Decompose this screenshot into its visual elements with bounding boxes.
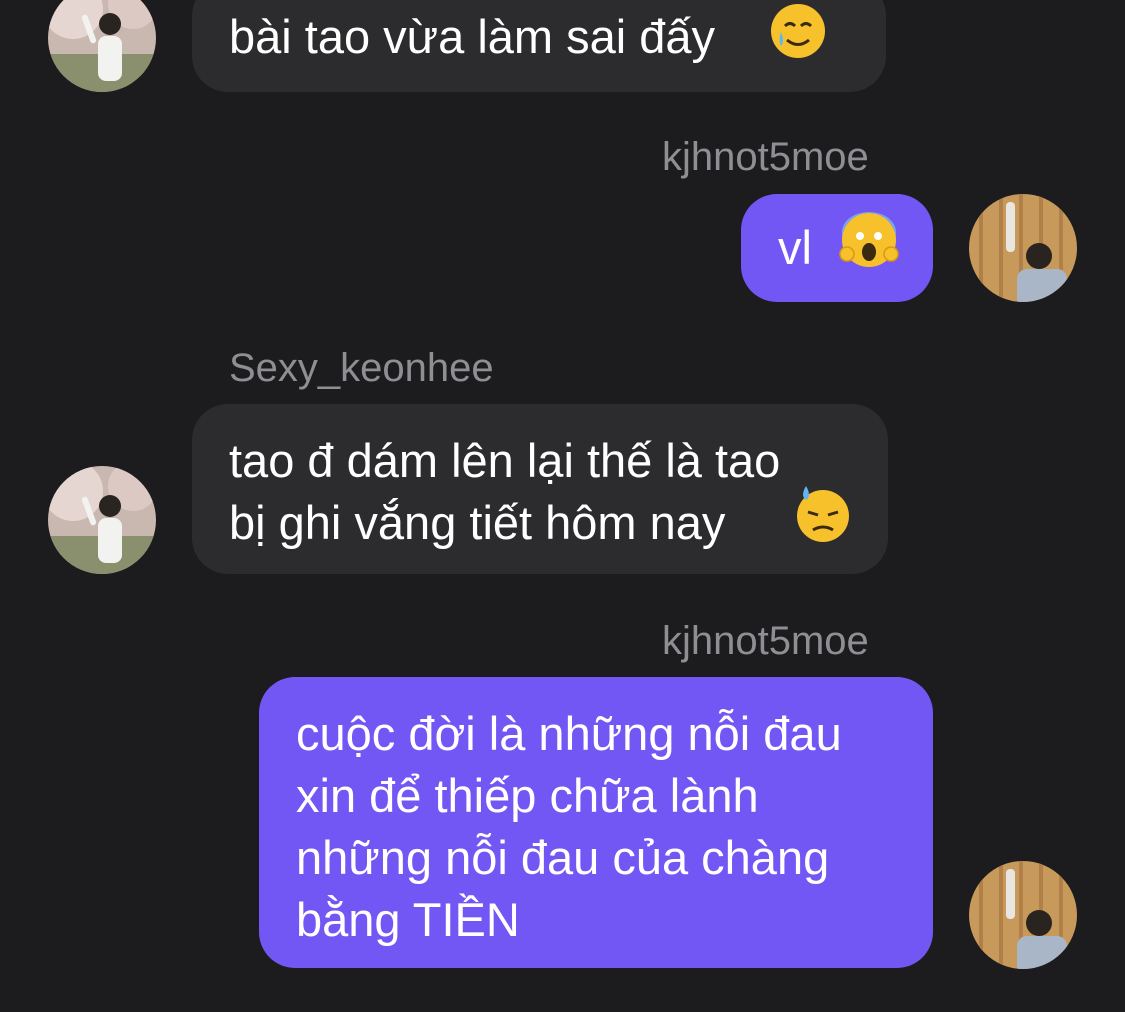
message-text: cuộc đời là những nỗi đau: [296, 707, 842, 760]
message-bubble[interactable]: tao đ dám lên lại thế là tao bị ghi vắng…: [192, 404, 888, 574]
sender-name: kjhnot5moe: [662, 619, 869, 663]
message-text: tao đ dám lên lại thế là tao: [229, 434, 781, 487]
message-text: bị ghi vắng tiết hôm nay: [229, 496, 726, 549]
avatar[interactable]: [969, 861, 1077, 969]
smiling-face-with-tear-emoji: [769, 2, 827, 75]
chat-thread: bài tao vừa làm sai đấy kjhnot5moe vl Se…: [0, 0, 1125, 1012]
avatar[interactable]: [969, 194, 1077, 302]
downcast-face-with-sweat-emoji: [793, 484, 853, 559]
message-bubble[interactable]: vl: [741, 194, 933, 302]
message-bubble[interactable]: bài tao vừa làm sai đấy: [192, 0, 886, 92]
avatar[interactable]: [48, 0, 156, 92]
message-bubble[interactable]: cuộc đời là những nỗi đau xin để thiếp c…: [259, 677, 933, 968]
sender-name: Sexy_keonhee: [229, 346, 494, 390]
sender-name: kjhnot5moe: [662, 135, 869, 179]
avatar[interactable]: [48, 466, 156, 574]
face-screaming-in-fear-emoji: [839, 210, 899, 285]
message-text: bằng TIỀN: [296, 893, 520, 946]
message-text: những nỗi đau của chàng: [296, 831, 830, 884]
message-text: xin để thiếp chữa lành: [296, 769, 759, 822]
